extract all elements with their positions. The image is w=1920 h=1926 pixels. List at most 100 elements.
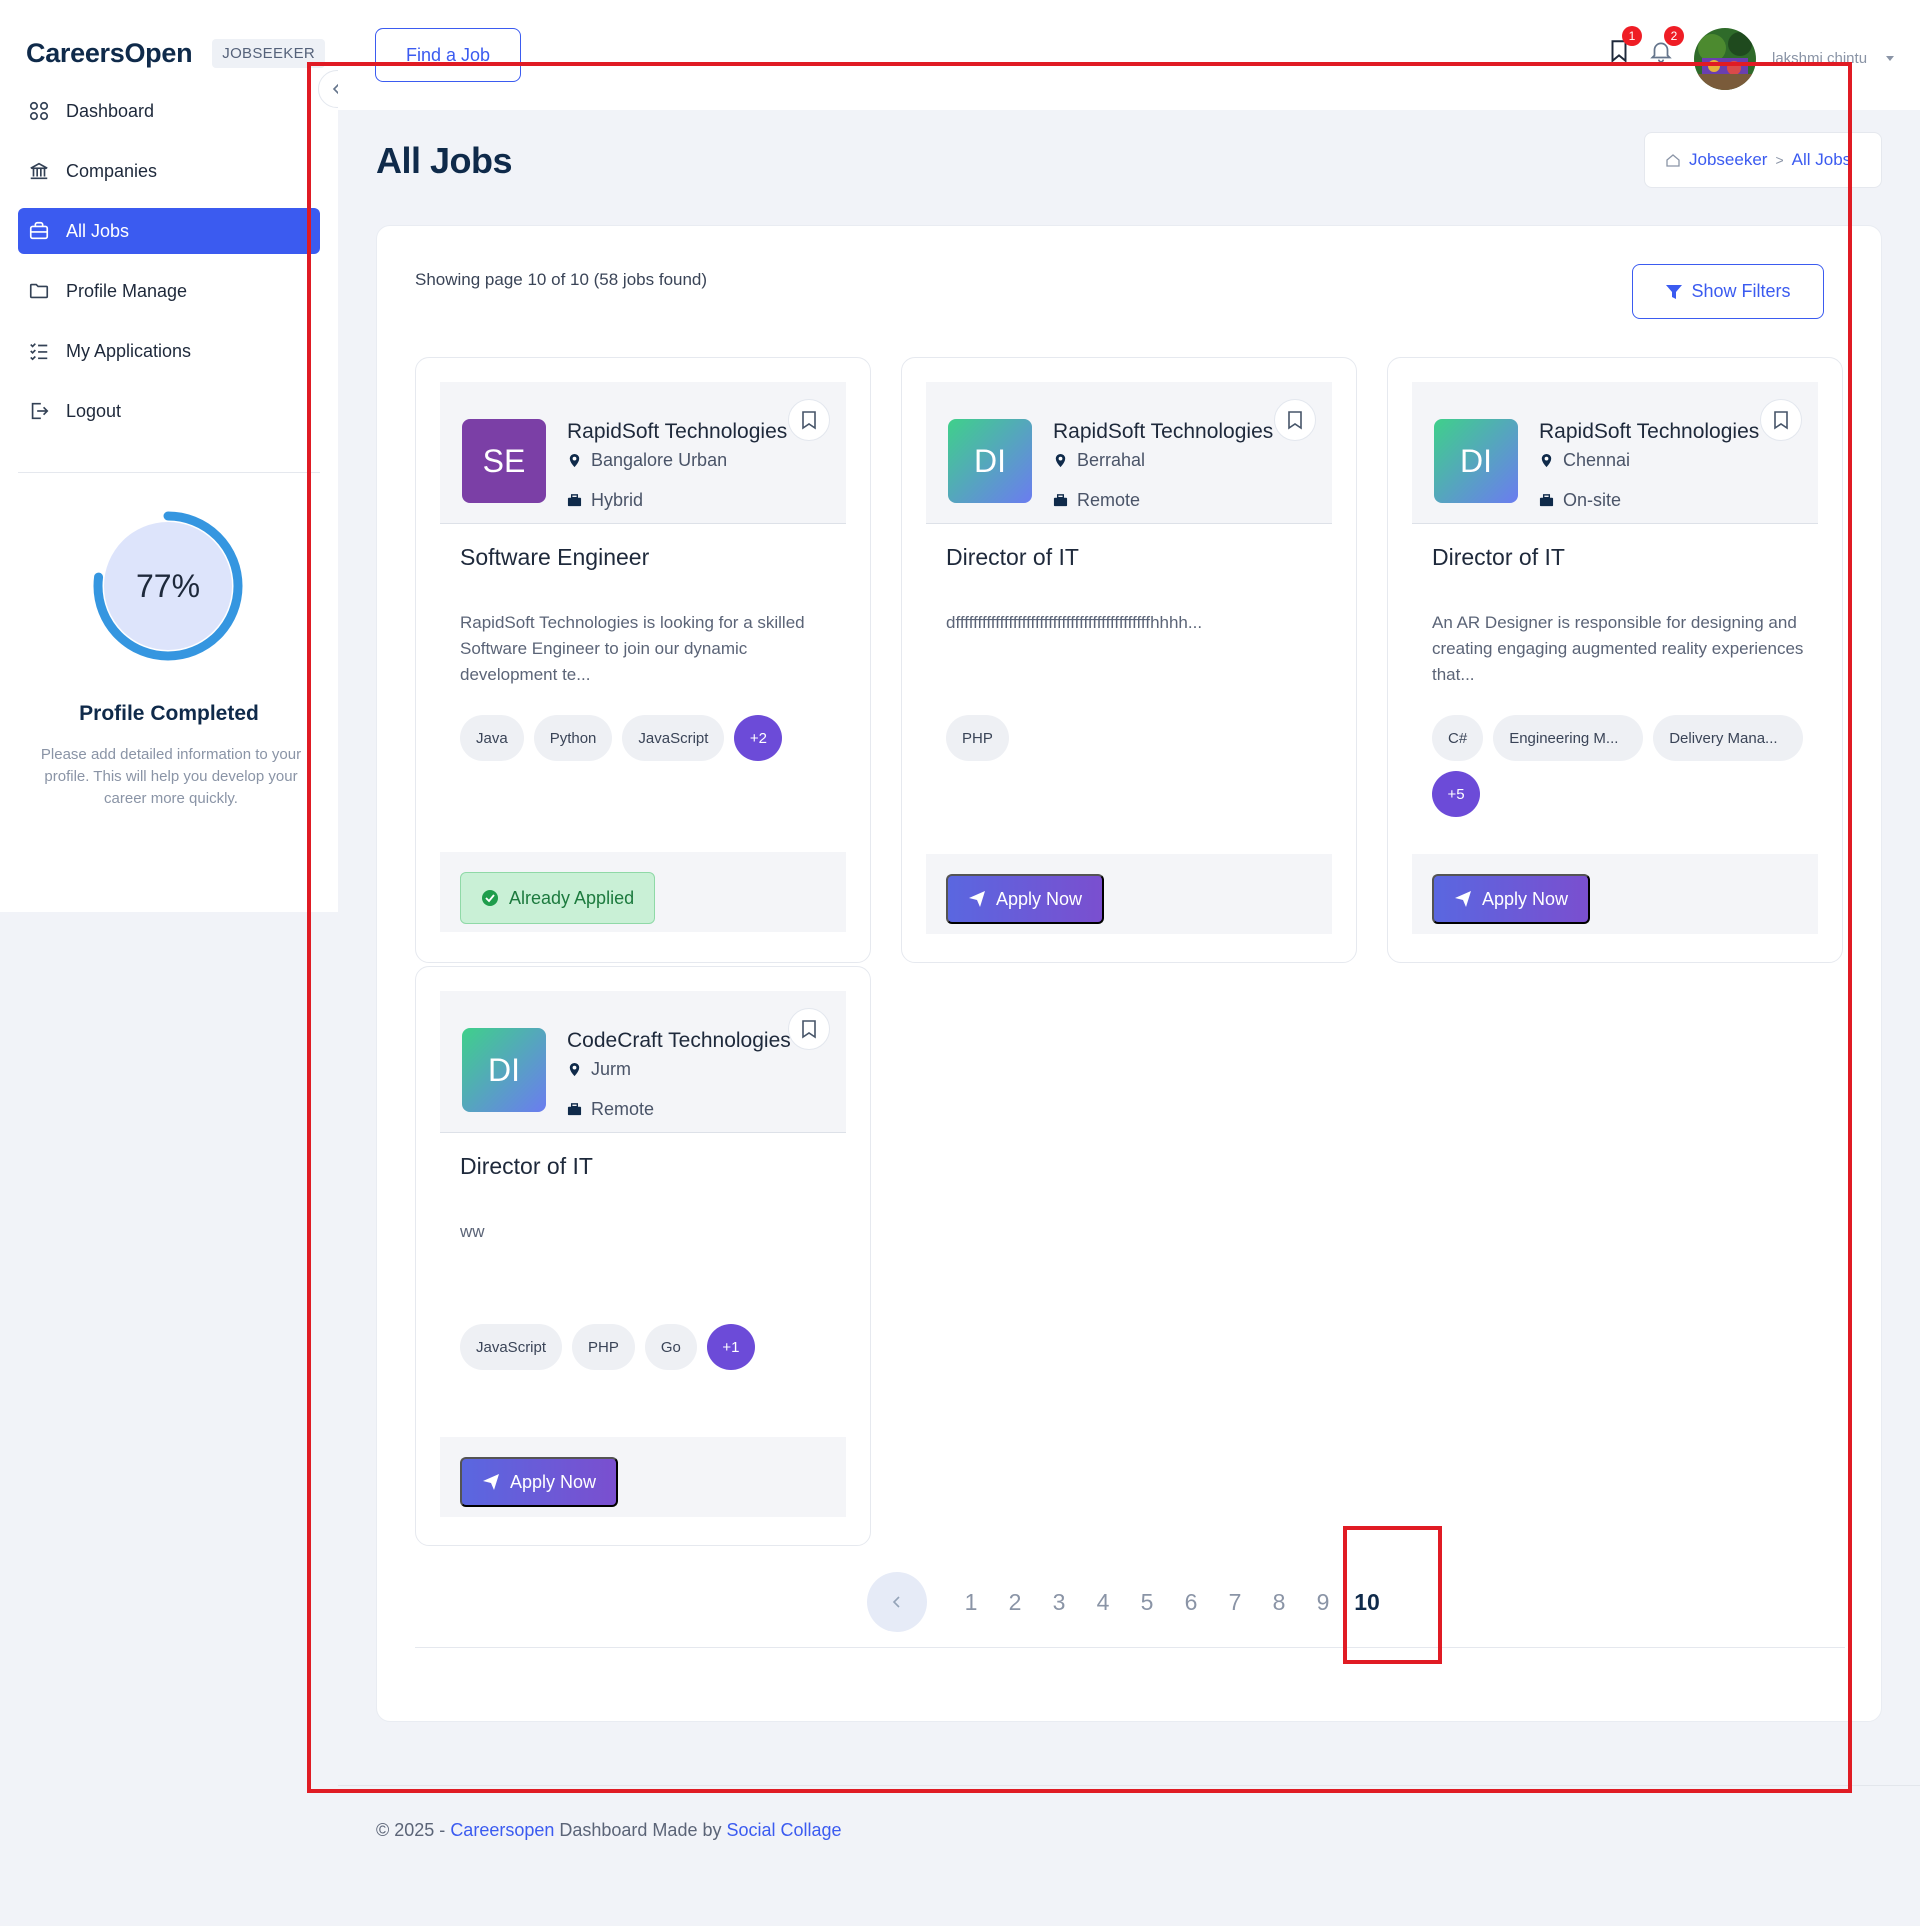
job-location: Bangalore Urban <box>567 450 727 471</box>
page-6-button[interactable]: 6 <box>1169 1589 1213 1616</box>
building-icon <box>28 160 50 182</box>
more-skills-badge[interactable]: +1 <box>706 1324 755 1370</box>
already-applied-button: Already Applied <box>460 872 656 924</box>
sidebar-item-logout[interactable]: Logout <box>18 388 320 434</box>
apply-now-label: Apply Now <box>510 1471 597 1492</box>
job-title[interactable]: Software Engineer <box>460 544 649 571</box>
apply-now-button[interactable]: Apply Now <box>460 1457 619 1507</box>
notifications-button[interactable]: 2 <box>1648 26 1684 66</box>
show-filters-button[interactable]: Show Filters <box>1632 264 1824 319</box>
skill-tags: C# Engineering M... Delivery Mana... +5 <box>1432 715 1822 817</box>
jobs-panel: Showing page 10 of 10 (58 jobs found) Sh… <box>376 225 1882 1722</box>
company-name[interactable]: RapidSoft Technologies <box>1053 420 1273 444</box>
sidebar-item-label: Dashboard <box>66 100 155 121</box>
saved-jobs-button[interactable]: 1 <box>1606 26 1642 66</box>
role-badge: JOBSEEKER <box>212 39 326 68</box>
user-name[interactable]: lakshmi chintu <box>1772 50 1867 67</box>
sidebar-item-label: Logout <box>66 400 122 421</box>
job-work-mode: Hybrid <box>567 490 643 511</box>
save-job-button[interactable] <box>788 1008 830 1050</box>
job-description: dfffffffffffffffffffffffffffffffffffffff… <box>946 613 1203 632</box>
skill-tags: Java Python JavaScript +2 <box>460 715 850 761</box>
top-header: Find a Job 1 2 lakshmi chintu <box>338 0 1920 110</box>
caret-down-icon[interactable] <box>1884 52 1896 64</box>
sidebar: CareersOpen JOBSEEKER Dashboard Companie… <box>0 0 338 912</box>
location-text: Chennai <box>1563 450 1631 470</box>
footer-author-link[interactable]: Social Collage <box>726 1820 841 1840</box>
profile-completed-description: Please add detailed information to your … <box>40 746 302 807</box>
sidebar-item-dashboard[interactable]: Dashboard <box>18 88 320 134</box>
save-job-button[interactable] <box>1274 399 1316 441</box>
briefcase-icon <box>1053 494 1068 507</box>
pagination-divider <box>415 1647 1845 1648</box>
notification-count-badge: 2 <box>1664 26 1684 46</box>
footer-brand-link[interactable]: Careersopen <box>450 1820 554 1840</box>
job-card-footer: Apply Now <box>926 854 1332 934</box>
previous-page-button[interactable] <box>867 1572 927 1632</box>
apply-now-label: Apply Now <box>996 888 1083 909</box>
skill-tag: Java <box>460 715 524 761</box>
location-text: Bangalore Urban <box>591 450 728 470</box>
job-title[interactable]: Director of IT <box>460 1153 593 1180</box>
work-mode-text: Remote <box>1077 490 1141 510</box>
job-work-mode: Remote <box>1053 490 1140 511</box>
job-card[interactable]: DI RapidSoft Technologies Berrahal Remot… <box>901 357 1357 963</box>
company-logo: DI <box>948 419 1032 503</box>
check-circle-icon <box>482 890 498 906</box>
already-applied-label: Already Applied <box>509 887 635 908</box>
job-card[interactable]: SE RapidSoft Technologies Bangalore Urba… <box>415 357 871 963</box>
company-name[interactable]: RapidSoft Technologies <box>567 420 787 444</box>
page-8-button[interactable]: 8 <box>1257 1589 1301 1616</box>
footer-copyright: © 2025 - <box>376 1820 451 1840</box>
profile-percent: 77% <box>135 567 201 604</box>
job-card[interactable]: DI RapidSoft Technologies Chennai On-sit… <box>1387 357 1843 963</box>
page-5-button[interactable]: 5 <box>1125 1589 1169 1616</box>
avatar-image <box>1694 28 1756 90</box>
page-10-button[interactable]: 10 <box>1345 1589 1389 1616</box>
job-location: Berrahal <box>1053 450 1145 471</box>
work-mode-text: Remote <box>591 1099 655 1119</box>
job-location: Jurm <box>567 1059 631 1080</box>
skill-tag: Delivery Mana... <box>1653 715 1804 761</box>
map-pin-icon <box>1541 453 1552 468</box>
job-title[interactable]: Director of IT <box>1432 544 1565 571</box>
page-7-button[interactable]: 7 <box>1213 1589 1257 1616</box>
briefcase-icon <box>1539 494 1554 507</box>
page-9-button[interactable]: 9 <box>1301 1589 1345 1616</box>
folder-icon <box>28 280 50 302</box>
company-logo: DI <box>1434 419 1518 503</box>
more-skills-badge[interactable]: +2 <box>734 715 783 761</box>
profile-progress-ring: 77% <box>92 510 244 662</box>
company-name[interactable]: CodeCraft Technologies <box>567 1029 791 1053</box>
briefcase-icon <box>567 494 582 507</box>
page-3-button[interactable]: 3 <box>1037 1589 1081 1616</box>
bookmark-icon <box>1774 411 1788 430</box>
saved-count-badge: 1 <box>1622 26 1642 46</box>
save-job-button[interactable] <box>788 399 830 441</box>
brand-logo[interactable]: CareersOpen <box>26 38 193 69</box>
send-icon <box>483 1474 499 1490</box>
job-card[interactable]: DI CodeCraft Technologies Jurm Remote Di… <box>415 966 871 1546</box>
more-skills-badge[interactable]: +5 <box>1432 771 1480 817</box>
company-name[interactable]: RapidSoft Technologies <box>1539 420 1759 444</box>
apply-now-button[interactable]: Apply Now <box>1432 874 1591 924</box>
sidebar-item-companies[interactable]: Companies <box>18 148 320 194</box>
brand: CareersOpen JOBSEEKER <box>26 38 326 69</box>
breadcrumb-home-link[interactable]: Jobseeker <box>1689 150 1767 170</box>
apply-now-button[interactable]: Apply Now <box>946 874 1105 924</box>
skill-tags: PHP <box>946 715 1336 761</box>
breadcrumb-separator: > <box>1775 152 1784 168</box>
sidebar-item-my-applications[interactable]: My Applications <box>18 328 320 374</box>
job-title[interactable]: Director of IT <box>946 544 1079 571</box>
sidebar-item-profile-manage[interactable]: Profile Manage <box>18 268 320 314</box>
sidebar-item-all-jobs[interactable]: All Jobs <box>18 208 320 254</box>
breadcrumb-current: All Jobs <box>1791 150 1852 169</box>
find-a-job-button[interactable]: Find a Job <box>375 28 521 82</box>
footer-divider <box>338 1785 1920 1786</box>
avatar[interactable] <box>1694 28 1756 90</box>
page-1-button[interactable]: 1 <box>949 1589 993 1616</box>
bookmark-icon <box>802 411 816 430</box>
page-2-button[interactable]: 2 <box>993 1589 1037 1616</box>
page-4-button[interactable]: 4 <box>1081 1589 1125 1616</box>
save-job-button[interactable] <box>1760 399 1802 441</box>
